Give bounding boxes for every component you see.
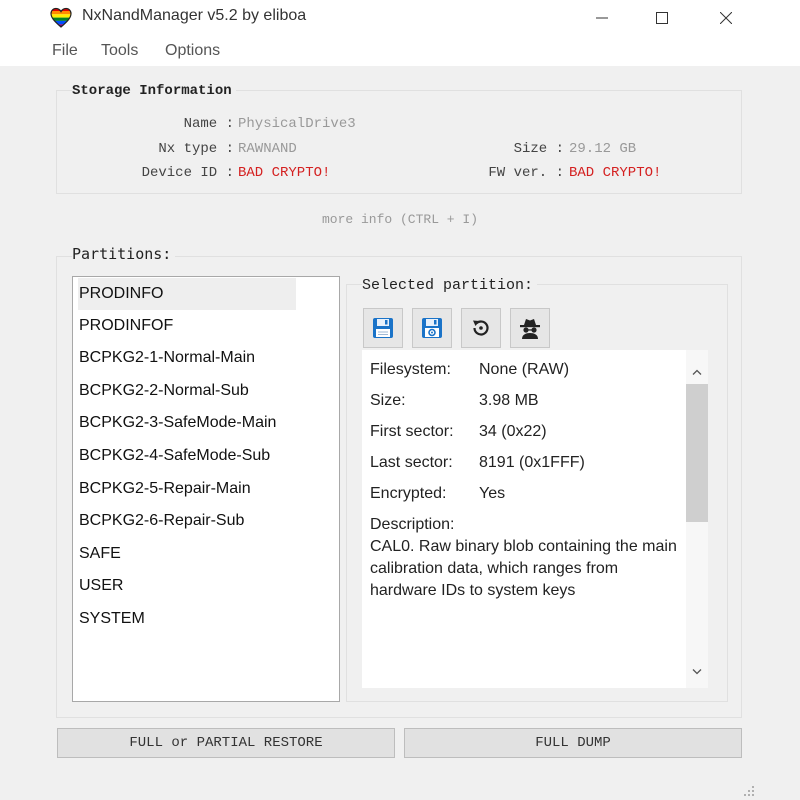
chevron-down-icon xyxy=(692,669,702,675)
partition-item[interactable]: USER xyxy=(78,570,296,602)
partition-item[interactable]: BCPKG2-6-Repair-Sub xyxy=(78,505,296,537)
partition-item[interactable]: BCPKG2-3-SafeMode-Main xyxy=(78,407,296,439)
partition-item[interactable]: BCPKG2-2-Normal-Sub xyxy=(78,375,296,407)
menu-file[interactable]: File xyxy=(52,42,78,60)
rainbow-heart-icon xyxy=(50,7,72,28)
name-label: Name : xyxy=(183,116,234,132)
partition-item[interactable]: BCPKG2-1-Normal-Main xyxy=(78,342,296,374)
full-dump-button[interactable]: FULL DUMP xyxy=(404,728,742,758)
window-title: NxNandManager v5.2 by eliboa xyxy=(82,7,307,24)
title-bar: NxNandManager v5.2 by eliboa xyxy=(0,0,800,36)
menu-options[interactable]: Options xyxy=(165,42,220,60)
partition-item[interactable]: SAFE xyxy=(78,538,296,570)
nx-type-value: RAWNAND xyxy=(238,141,297,157)
description-text: CAL0. Raw binary blob containing the mai… xyxy=(370,538,677,599)
menu-bar: File Tools Options xyxy=(0,36,800,66)
partition-item[interactable]: PRODINFOF xyxy=(78,310,296,342)
partition-item[interactable]: BCPKG2-5-Repair-Main xyxy=(78,473,296,505)
encrypted-label: Encrypted: xyxy=(370,485,447,502)
last-sector-value: 8191 (0x1FFF) xyxy=(479,454,585,471)
dump-partition-button[interactable] xyxy=(363,308,403,348)
fw-version-label: FW ver. : xyxy=(488,165,564,181)
close-button[interactable] xyxy=(694,0,758,36)
partition-size-value: 3.98 MB xyxy=(479,392,539,409)
partition-item[interactable]: SYSTEM xyxy=(78,603,296,635)
first-sector-value: 34 (0x22) xyxy=(479,423,547,440)
resize-grip-icon[interactable] xyxy=(742,784,756,798)
full-partial-restore-button[interactable]: FULL or PARTIAL RESTORE xyxy=(57,728,395,758)
restore-icon xyxy=(473,320,489,336)
details-scrollbar[interactable] xyxy=(686,350,708,688)
partition-item[interactable]: PRODINFO xyxy=(78,278,296,310)
maximize-icon xyxy=(656,12,668,24)
scroll-down-button[interactable] xyxy=(686,662,708,682)
scroll-up-button[interactable] xyxy=(686,362,708,382)
partition-size-label: Size: xyxy=(370,392,406,409)
size-value: 29.12 GB xyxy=(569,141,637,157)
spy-icon xyxy=(520,319,540,339)
first-sector-label: First sector: xyxy=(370,423,454,440)
minimize-button[interactable] xyxy=(570,0,634,36)
last-sector-label: Last sector: xyxy=(370,454,453,471)
partitions-title: Partitions: xyxy=(72,245,176,263)
size-label: Size : xyxy=(513,141,564,157)
save-settings-icon xyxy=(422,318,442,338)
device-id-value: BAD CRYPTO! xyxy=(238,165,331,181)
more-info-link[interactable]: more info (CTRL + I) xyxy=(0,212,800,227)
incognito-button[interactable] xyxy=(510,308,550,348)
selected-partition-title: Selected partition: xyxy=(362,277,538,294)
encrypted-value: Yes xyxy=(479,485,506,502)
nx-type-label: Nx type : xyxy=(158,141,234,157)
maximize-button[interactable] xyxy=(630,0,694,36)
restore-partition-button[interactable] xyxy=(461,308,501,348)
name-value: PhysicalDrive3 xyxy=(238,116,356,132)
description-label: Description: xyxy=(370,516,455,533)
dump-options-button[interactable] xyxy=(412,308,452,348)
chevron-up-icon xyxy=(692,369,702,375)
partition-item[interactable]: BCPKG2-4-SafeMode-Sub xyxy=(78,440,296,472)
fw-version-value: BAD CRYPTO! xyxy=(569,165,662,181)
scroll-thumb[interactable] xyxy=(686,384,708,522)
minimize-icon xyxy=(596,17,608,19)
filesystem-label: Filesystem: xyxy=(370,361,451,378)
device-id-label: Device ID : xyxy=(141,165,234,181)
close-icon xyxy=(720,12,732,24)
partition-details: Filesystem: None (RAW) Size: 3.98 MB Fir… xyxy=(362,350,686,688)
save-icon xyxy=(373,318,393,338)
storage-info-title: Storage Information xyxy=(72,83,236,99)
filesystem-value: None (RAW) xyxy=(479,361,570,378)
menu-tools[interactable]: Tools xyxy=(101,42,138,60)
partition-list[interactable]: PRODINFO PRODINFOF BCPKG2-1-Normal-Main … xyxy=(72,276,340,702)
